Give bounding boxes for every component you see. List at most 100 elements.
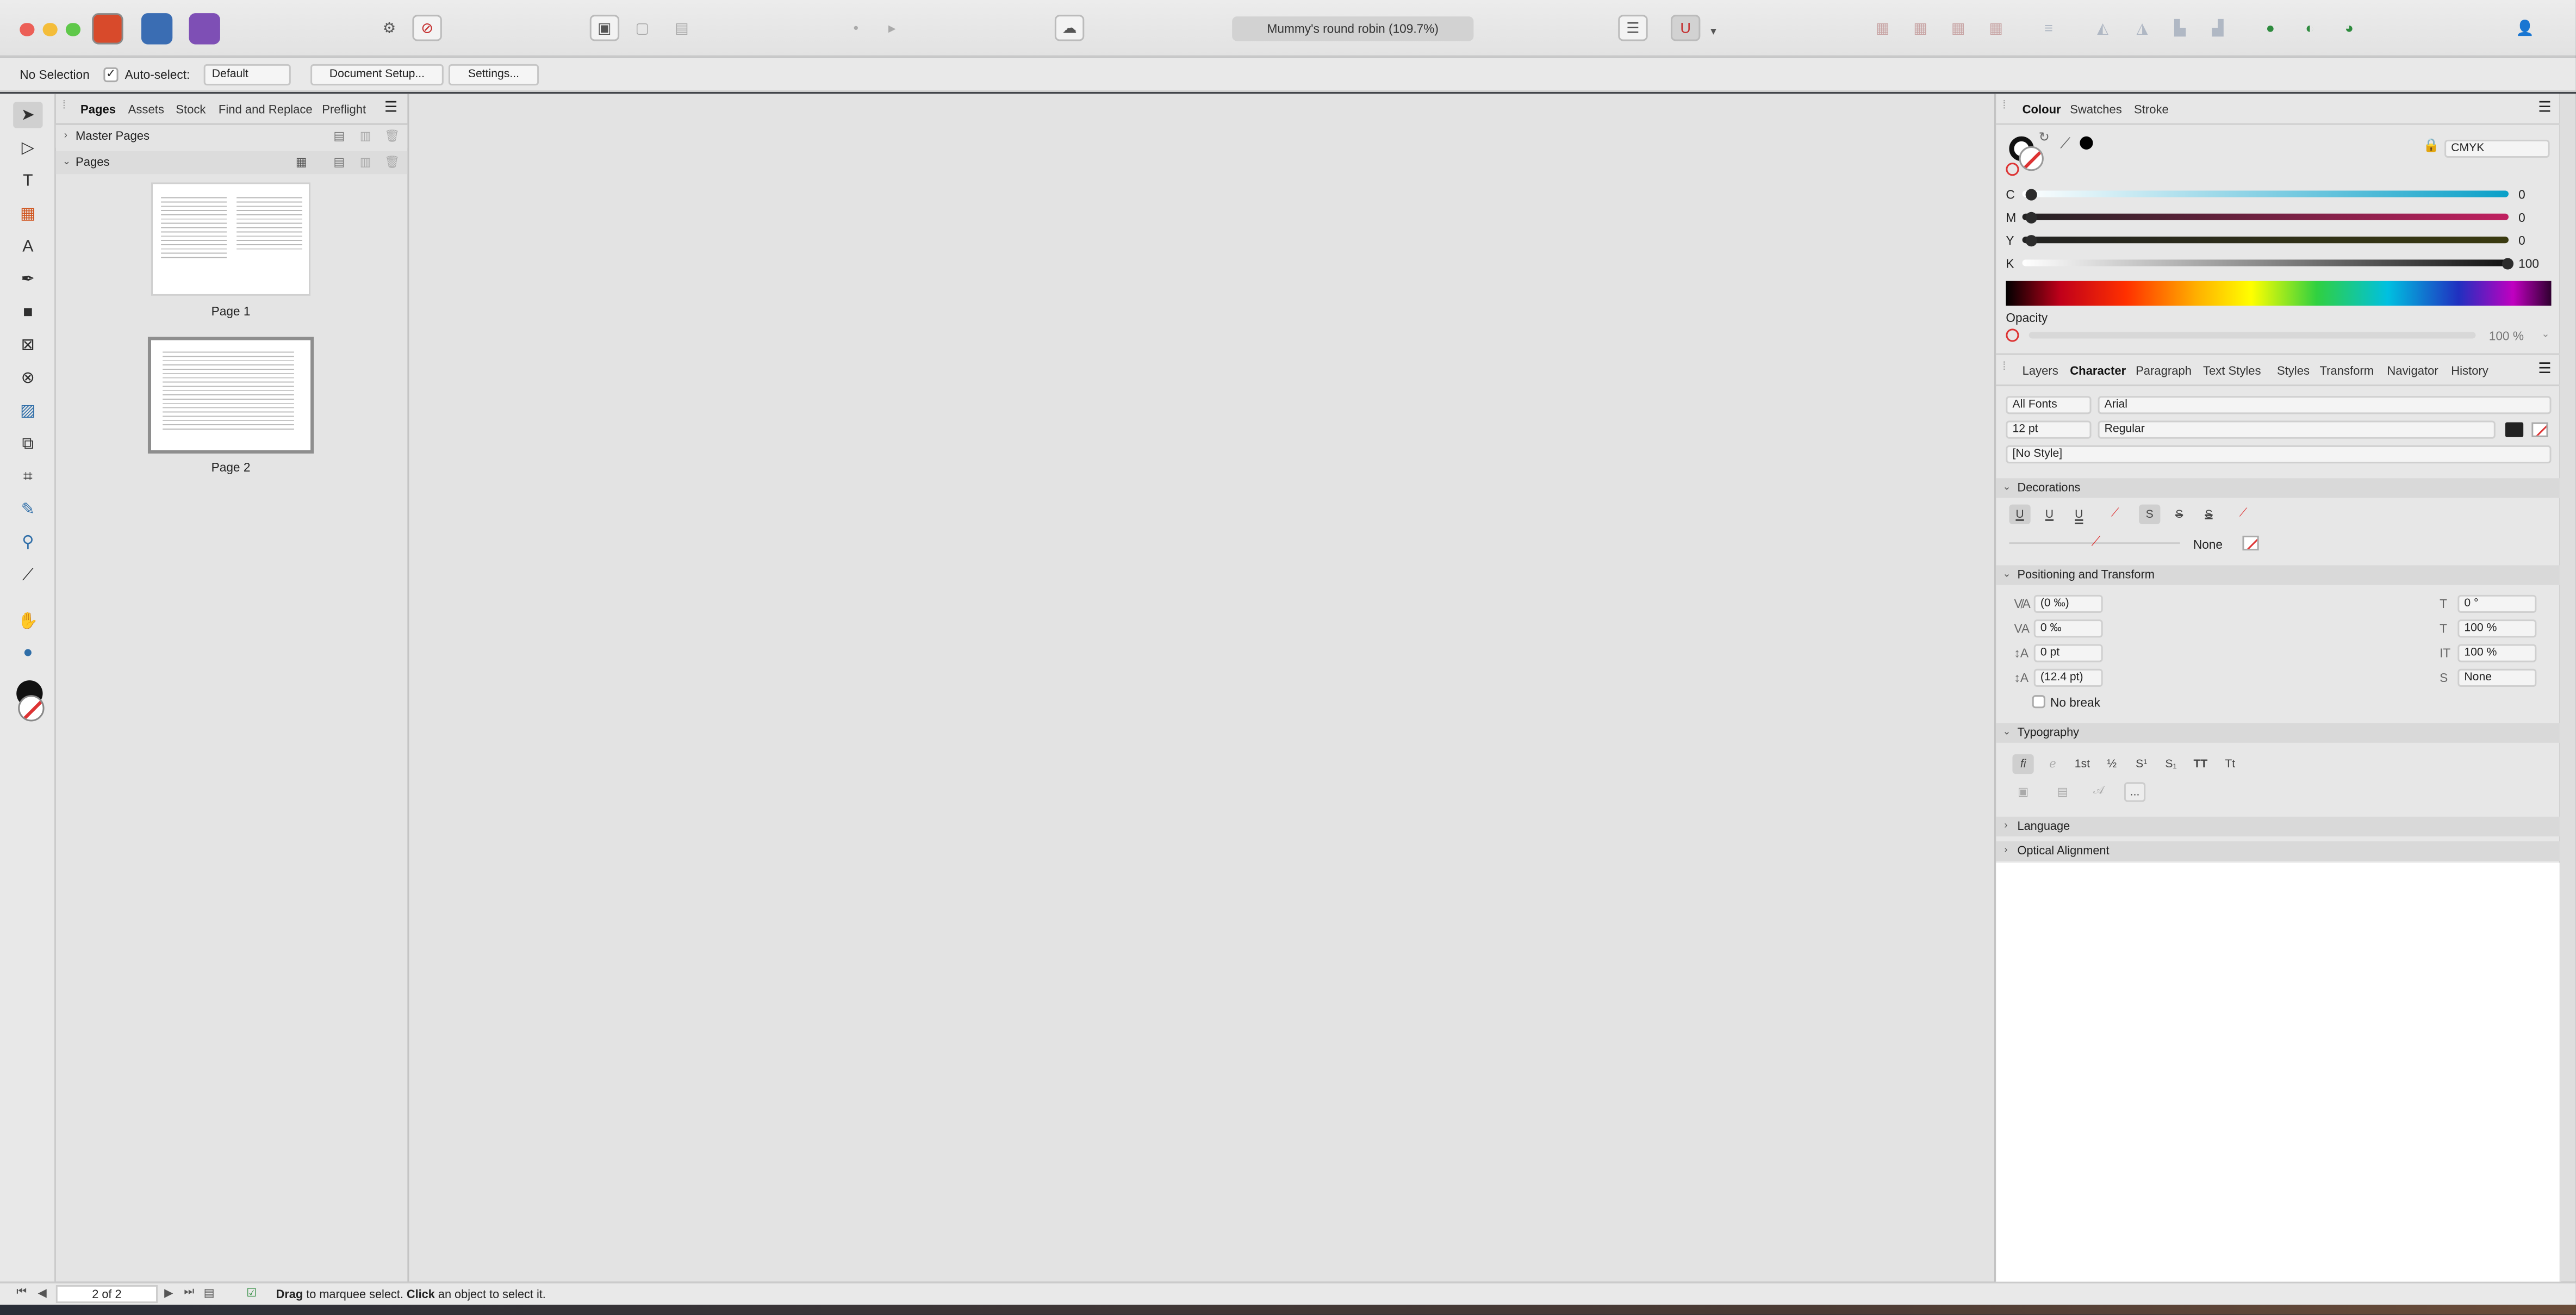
rectangle-tool-icon[interactable]: ■: [13, 299, 42, 325]
hand-tool-icon[interactable]: ✋: [13, 608, 42, 634]
tab-paragraph[interactable]: Paragraph: [2136, 360, 2192, 381]
channel-k-value[interactable]: 100: [2518, 256, 2539, 271]
text-highlight-swatch[interactable]: [2531, 422, 2548, 437]
arrange-back-icon[interactable]: ▦: [1868, 15, 1897, 41]
right-panel-scrollbar[interactable]: [2559, 94, 2576, 1282]
page-indicator[interactable]: 2 of 2: [55, 1285, 158, 1304]
panel-menu-icon[interactable]: ☰: [384, 98, 397, 116]
first-page-icon[interactable]: ⏮: [16, 1287, 27, 1300]
page-2-thumbnail[interactable]: [147, 337, 314, 454]
frame-text-tool-icon[interactable]: T: [13, 168, 42, 194]
tab-assets[interactable]: Assets: [128, 98, 164, 120]
horizontal-scale-field[interactable]: 100 %: [2457, 619, 2537, 638]
rotate-left-icon[interactable]: ▙: [2165, 15, 2194, 41]
transparency-tool-icon[interactable]: ⚲: [13, 529, 42, 555]
close-window-button[interactable]: [20, 22, 34, 36]
discretionary-ligature-button[interactable]: ℯ: [2042, 754, 2063, 774]
channel-m-slider[interactable]: [2022, 213, 2509, 220]
snapping-magnet-icon[interactable]: U: [1670, 15, 1701, 41]
previous-page-icon[interactable]: ◀: [38, 1287, 46, 1300]
master-pages-row[interactable]: › Master Pages ▤ ▥ 🗑: [55, 125, 408, 148]
arrange-forward-icon[interactable]: ▦: [1944, 15, 1973, 41]
channel-c-slider[interactable]: [2022, 190, 2509, 197]
all-caps-button[interactable]: TT: [2190, 754, 2211, 774]
arrange-front-icon[interactable]: ▦: [1981, 15, 2011, 41]
ellipse-frame-tool-icon[interactable]: ⊗: [13, 365, 42, 391]
next-page-icon[interactable]: ▶: [164, 1287, 173, 1300]
opacity-value[interactable]: 100 %: [2489, 328, 2524, 343]
picked-colour-swatch[interactable]: [2080, 136, 2093, 150]
decoration-colour-swatch[interactable]: [2242, 536, 2259, 551]
panel-menu-icon[interactable]: ☰: [2538, 360, 2551, 378]
flip-vertical-icon[interactable]: ◮: [2127, 15, 2157, 41]
pages-section-row[interactable]: ⌄ Pages ▦ ▤ ▥ 🗑: [55, 151, 408, 175]
tab-text-styles[interactable]: Text Styles: [2203, 360, 2261, 381]
underline-style-button[interactable]: U: [2068, 505, 2089, 524]
picture-frame-tool-icon[interactable]: ⊠: [13, 332, 42, 358]
fill-tool-icon[interactable]: ✎: [13, 497, 42, 523]
tab-stroke[interactable]: Stroke: [2134, 98, 2169, 120]
positioning-header[interactable]: ⌄ Positioning and Transform: [1996, 565, 2561, 585]
trash-icon[interactable]: 🗑: [384, 151, 400, 174]
add-page-icon[interactable]: ▤: [333, 151, 345, 174]
swap-colours-icon[interactable]: ↻: [2039, 130, 2050, 145]
small-caps-button[interactable]: Tt: [2219, 754, 2241, 774]
kerning-field[interactable]: (0 ‰): [2033, 594, 2103, 613]
tab-pages[interactable]: Pages: [80, 98, 116, 120]
panel-grip-icon[interactable]: ⁞: [63, 100, 66, 111]
preview-mode-icon[interactable]: ▢: [627, 15, 657, 41]
tracking-field[interactable]: 0 ‰: [2033, 619, 2103, 638]
opacity-slider[interactable]: [2029, 332, 2476, 339]
colour-spectrum[interactable]: [2006, 281, 2552, 306]
last-page-icon[interactable]: ⏭: [184, 1287, 194, 1300]
artistic-text-tool-icon[interactable]: A: [13, 233, 42, 259]
color-picker-tool-icon[interactable]: ⟋: [13, 562, 42, 588]
font-collection-dropdown[interactable]: All Fonts: [2006, 396, 2092, 414]
underline-button[interactable]: U: [2009, 504, 2031, 524]
no-underline-icon[interactable]: ⟋: [2105, 505, 2126, 524]
trash-icon[interactable]: 🗑: [384, 125, 400, 148]
ordinal-button[interactable]: 1st: [2071, 754, 2093, 774]
flip-horizontal-icon[interactable]: ◭: [2088, 15, 2117, 41]
autoselect-dropdown[interactable]: Default: [203, 63, 291, 85]
channel-y-value[interactable]: 0: [2518, 233, 2525, 248]
tab-colour[interactable]: Colour: [2023, 98, 2061, 120]
pen-tool-icon[interactable]: ✒: [13, 266, 42, 292]
tab-history[interactable]: History: [2451, 360, 2488, 381]
double-strike-button[interactable]: S: [2169, 505, 2190, 524]
font-family-dropdown[interactable]: Arial: [2098, 396, 2552, 414]
leading-field[interactable]: (12.4 pt): [2033, 668, 2103, 687]
move-tool-icon[interactable]: ➤: [13, 102, 43, 128]
typography-header[interactable]: ⌄ Typography: [1996, 723, 2561, 743]
alternates-icon[interactable]: ▣: [2012, 782, 2033, 802]
node-tool-icon[interactable]: ▷: [13, 135, 42, 161]
document-setup-button[interactable]: Document Setup...: [310, 63, 444, 85]
zoom-tool-icon[interactable]: ●: [13, 639, 42, 665]
tab-swatches[interactable]: Swatches: [2070, 98, 2122, 120]
vertical-scale-field[interactable]: 100 %: [2457, 644, 2537, 662]
channel-m-knob[interactable]: [2025, 211, 2037, 223]
preflight-icon[interactable]: ⊘: [412, 15, 442, 41]
tab-find-and-replace[interactable]: Find and Replace: [219, 98, 313, 120]
decorations-header[interactable]: ⌄ Decorations: [1996, 478, 2561, 498]
page-options-icon[interactable]: ▦: [296, 151, 307, 174]
double-underline-button[interactable]: U: [2039, 505, 2060, 524]
swash-icon[interactable]: 𝒜: [2088, 782, 2109, 802]
tab-stock[interactable]: Stock: [176, 98, 206, 120]
arrange-backward-icon[interactable]: ▦: [1906, 15, 1935, 41]
lock-icon[interactable]: 🔒: [2423, 138, 2440, 153]
language-header[interactable]: › Language: [1996, 816, 2561, 836]
chevron-down-icon[interactable]: ▼: [1708, 23, 1718, 38]
more-typography-button[interactable]: ...: [2124, 782, 2146, 802]
tab-preflight[interactable]: Preflight: [322, 98, 366, 120]
duplicate-master-icon[interactable]: ▥: [360, 125, 371, 148]
play-icon[interactable]: ▸: [878, 15, 907, 41]
crop-tool-icon[interactable]: ⌗: [13, 463, 42, 489]
pin-icon[interactable]: •: [841, 15, 870, 41]
autoselect-checkbox[interactable]: ✓: [103, 67, 119, 83]
font-style-dropdown[interactable]: Regular: [2098, 420, 2496, 439]
document-canvas[interactable]: [409, 94, 1995, 1282]
designer-persona-icon[interactable]: [141, 13, 173, 45]
shear-field[interactable]: 0 °: [2457, 594, 2537, 613]
channel-c-knob[interactable]: [2025, 188, 2037, 200]
